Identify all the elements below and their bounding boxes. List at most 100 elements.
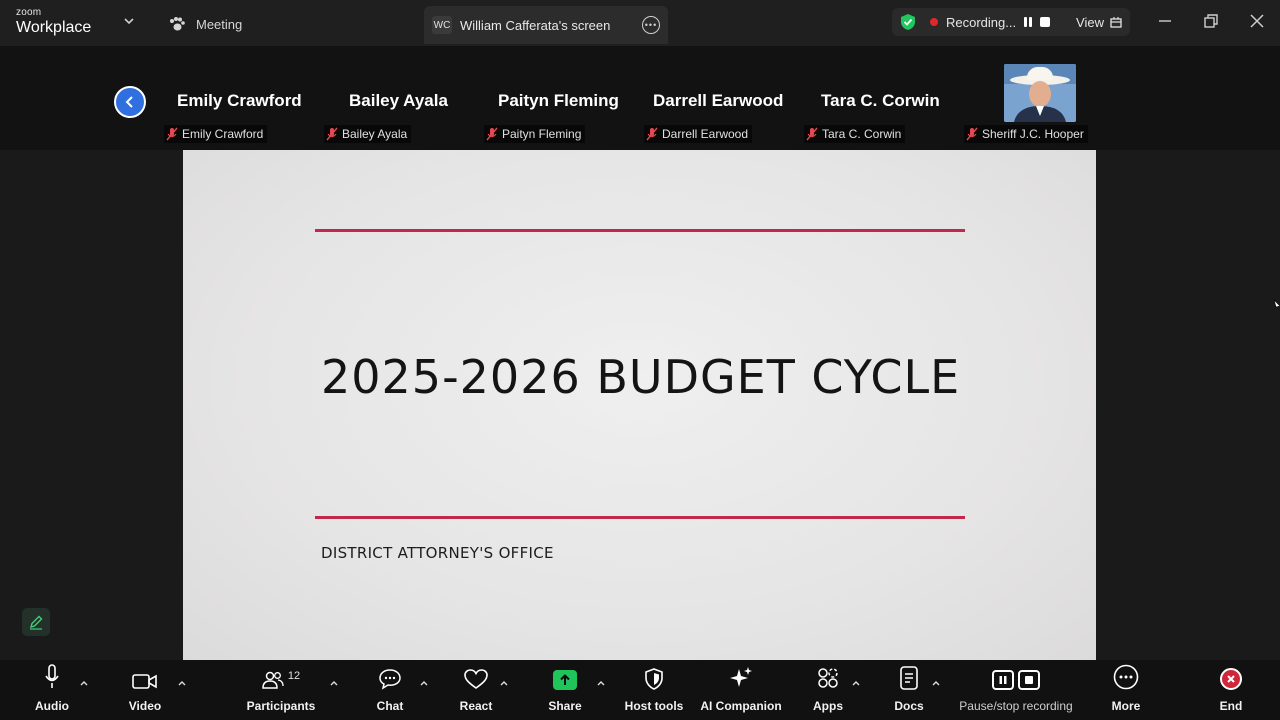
chevron-up-icon[interactable] (931, 678, 941, 688)
muted-mic-icon (806, 127, 818, 141)
sparkle-icon (730, 667, 752, 687)
participant-photo (1004, 64, 1076, 122)
end-button[interactable]: End (1214, 660, 1248, 720)
audio-button[interactable]: Audio (32, 660, 72, 720)
view-button-label: View (1076, 14, 1104, 30)
participant-label-text: Darrell Earwood (662, 127, 749, 141)
brand-large: Workplace (16, 19, 92, 36)
microphone-icon (45, 664, 59, 688)
close-icon[interactable] (1248, 12, 1266, 30)
end-label: End (1219, 699, 1243, 713)
slide-subtitle: DISTRICT ATTORNEY'S OFFICE (321, 544, 554, 562)
view-button[interactable]: View (1076, 15, 1122, 30)
apps-button[interactable]: Apps (810, 660, 846, 720)
tab-meeting[interactable]: Meeting (168, 10, 242, 38)
chevron-down-icon[interactable] (122, 14, 136, 28)
chevron-up-icon[interactable] (596, 678, 606, 688)
tab-meeting-label: Meeting (196, 16, 243, 32)
chevron-left-icon (125, 96, 133, 108)
participant-tile-name[interactable]: Paityn Fleming (498, 91, 619, 111)
participant-label: Paityn Fleming (484, 125, 586, 143)
minimize-icon[interactable] (1156, 12, 1174, 30)
share-label: Share (548, 699, 582, 713)
more-label: More (1111, 699, 1141, 713)
react-button[interactable]: React (457, 660, 495, 720)
participant-label: Emily Crawford (164, 125, 268, 143)
video-camera-icon (132, 674, 157, 689)
recording-dot-icon (929, 18, 938, 26)
participants-button[interactable]: 12 Participants (244, 660, 318, 720)
docs-button[interactable]: Docs (890, 660, 928, 720)
chevron-up-icon[interactable] (177, 678, 187, 688)
meeting-toolbar: Audio Video 12 Participants Chat React S… (0, 660, 1280, 720)
video-button[interactable]: Video (124, 660, 166, 720)
slide-bottom-rule (315, 516, 965, 519)
shield-icon (645, 668, 663, 690)
muted-mic-icon (646, 127, 658, 141)
paw-icon (170, 17, 185, 31)
participants-label: Participants (246, 699, 316, 713)
back-button[interactable] (114, 86, 146, 118)
participant-label: Sheriff J.C. Hooper (964, 125, 1088, 143)
mouse-cursor-icon (1274, 300, 1280, 308)
chevron-up-icon[interactable] (329, 678, 339, 688)
apps-icon (818, 668, 838, 688)
app-logo[interactable]: zoom Workplace (16, 8, 91, 36)
pause-stop-recording-button[interactable]: Pause/stop recording (954, 660, 1078, 720)
pause-stop-icon (992, 670, 1040, 690)
end-call-icon (1220, 668, 1242, 690)
more-icon (1113, 664, 1139, 690)
pause-recording-icon[interactable] (1024, 17, 1033, 27)
muted-mic-icon (966, 127, 978, 141)
react-label: React (459, 699, 493, 713)
participant-tile-name[interactable]: Tara C. Corwin (821, 91, 940, 111)
grid-view-icon (1110, 17, 1122, 28)
participants-icon (262, 671, 284, 689)
annotate-button[interactable] (22, 608, 50, 636)
chat-bubble-icon (379, 669, 401, 690)
participant-tile-name[interactable]: Bailey Ayala (349, 91, 448, 111)
pencil-icon (29, 615, 43, 630)
chat-button[interactable]: Chat (372, 660, 408, 720)
shared-screen-slide: 2025-2026 BUDGET CYCLE DISTRICT ATTORNEY… (183, 150, 1096, 660)
audio-label: Audio (35, 699, 69, 713)
participant-label-text: Emily Crawford (182, 127, 264, 141)
participant-label-text: Bailey Ayala (342, 127, 408, 141)
heart-icon (464, 669, 488, 689)
participant-label-text: Sheriff J.C. Hooper (982, 127, 1084, 141)
more-options-icon[interactable]: ••• (642, 16, 660, 34)
share-button[interactable]: Share (546, 660, 584, 720)
chevron-up-icon[interactable] (499, 678, 509, 688)
title-bar: zoom Workplace Meeting WC William Caffer… (0, 0, 1280, 46)
muted-mic-icon (486, 127, 498, 141)
participants-count: 12 (287, 670, 301, 682)
recording-status: Recording... (945, 14, 1017, 30)
host-tools-label: Host tools (624, 699, 684, 713)
presenter-initials: WC (432, 16, 452, 34)
participant-video-thumbnail[interactable] (1004, 64, 1076, 122)
more-button[interactable]: More (1106, 660, 1146, 720)
chevron-up-icon[interactable] (419, 678, 429, 688)
document-icon (900, 666, 918, 690)
participant-label: Darrell Earwood (644, 125, 753, 143)
pause-stop-label: Pause/stop recording (959, 699, 1073, 713)
tab-shared-screen[interactable]: WC William Cafferata's screen ••• (424, 6, 668, 44)
participant-label-text: Tara C. Corwin (822, 127, 902, 141)
participant-tile-name[interactable]: Darrell Earwood (653, 91, 783, 111)
shield-check-icon[interactable] (900, 13, 916, 31)
slide-top-rule (315, 229, 965, 232)
stop-recording-icon[interactable] (1040, 17, 1051, 27)
tab-shared-screen-label: William Cafferata's screen (460, 17, 611, 33)
participant-strip: Emily Crawford Bailey Ayala Paityn Flemi… (0, 46, 1280, 150)
video-label: Video (128, 699, 162, 713)
participant-tile-name[interactable]: Emily Crawford (177, 91, 302, 111)
participant-label: Bailey Ayala (324, 125, 412, 143)
chevron-up-icon[interactable] (79, 678, 89, 688)
chevron-up-icon[interactable] (851, 678, 861, 688)
participant-label-text: Paityn Fleming (502, 127, 582, 141)
meeting-stage: Emily Crawford Bailey Ayala Paityn Flemi… (0, 46, 1280, 660)
ai-companion-button[interactable]: AI Companion (700, 660, 782, 720)
host-tools-button[interactable]: Host tools (622, 660, 686, 720)
brand-small: zoom (16, 7, 42, 18)
restore-icon[interactable] (1202, 12, 1220, 30)
